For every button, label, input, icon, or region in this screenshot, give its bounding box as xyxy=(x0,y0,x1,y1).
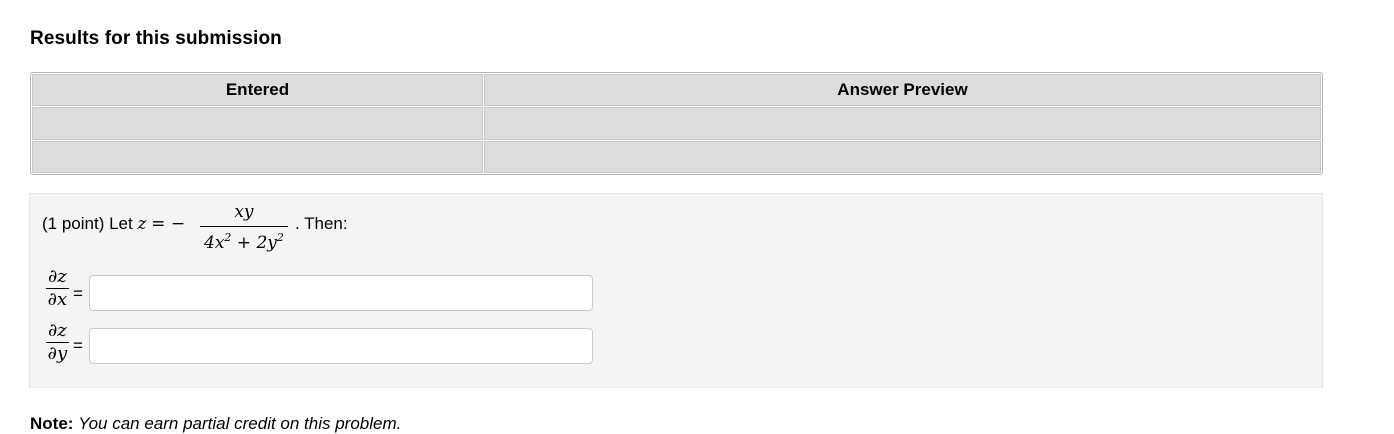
answer-preview-cell xyxy=(484,140,1321,173)
partial-z-y-label: ∂z ∂y xyxy=(46,320,69,364)
problem-statement: (1 point) Let z = − xyxy=(42,214,185,234)
note-text: You can earn partial credit on this prob… xyxy=(78,414,402,433)
results-heading: Results for this submission xyxy=(30,28,282,49)
z-variable: z xyxy=(137,214,147,234)
dz-dx-answer-input[interactable] xyxy=(89,275,593,311)
entered-cell xyxy=(32,107,483,140)
answer-preview-column-header: Answer Preview xyxy=(484,74,1321,107)
equals-minus: = − xyxy=(151,214,186,234)
entered-column-header: Entered xyxy=(32,74,483,107)
table-row xyxy=(32,107,1321,140)
dz-dy-answer-input[interactable] xyxy=(89,328,593,364)
table-row xyxy=(32,140,1321,173)
z-fraction: xy 4x2 + 2y2 xyxy=(200,202,288,253)
results-table: Entered Answer Preview xyxy=(30,72,1323,175)
equals-sign: = xyxy=(73,336,83,355)
partial-credit-note: Note: You can earn partial credit on thi… xyxy=(30,414,401,434)
problem-panel: (1 point) Let z = − xy 4x2 + 2y2 . Then:… xyxy=(29,193,1323,388)
partial-z-x-label: ∂z ∂x xyxy=(46,266,69,310)
points-label: (1 point) Let xyxy=(42,214,133,233)
equals-sign: = xyxy=(73,284,83,303)
results-header-row: Entered Answer Preview xyxy=(32,74,1321,107)
fraction-numerator: xy xyxy=(234,202,254,222)
note-label: Note: xyxy=(30,414,74,433)
answer-preview-cell xyxy=(484,107,1321,140)
entered-cell xyxy=(32,140,483,173)
then-text: . Then: xyxy=(295,214,348,233)
fraction-denominator: 4x2 + 2y2 xyxy=(200,226,288,253)
